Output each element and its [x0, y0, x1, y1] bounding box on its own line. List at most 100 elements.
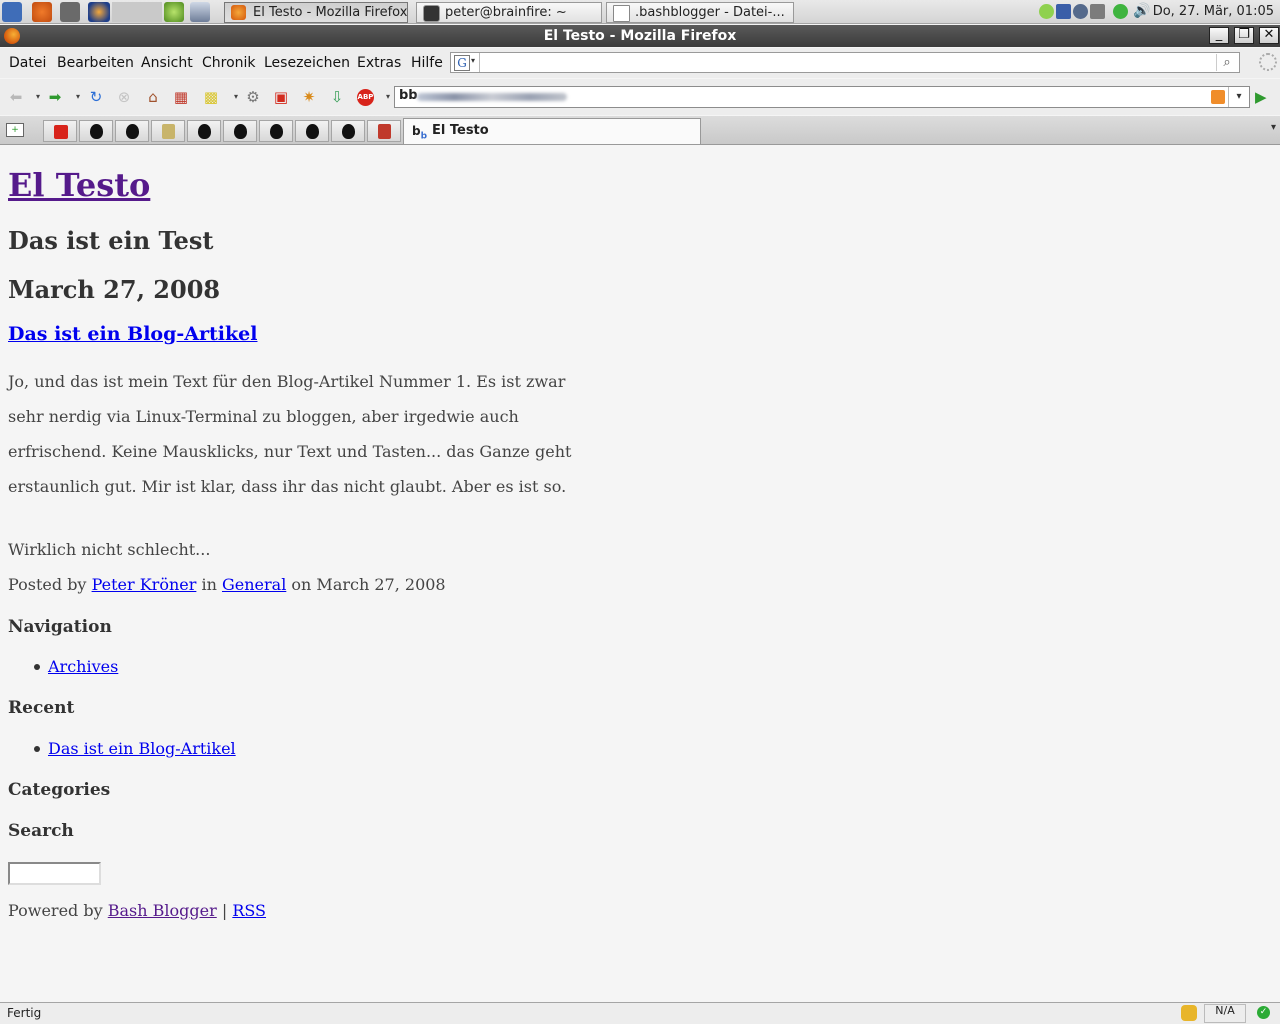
menu-chronik[interactable]: Chronik [202, 55, 256, 71]
grenade-icon [342, 124, 355, 139]
bug-icon[interactable]: ✷ [300, 88, 318, 106]
adblock-icon[interactable]: ABP [357, 89, 374, 106]
task-file-browser[interactable]: .bashblogger - Datei-... [606, 2, 794, 23]
blog-title-link[interactable]: El Testo [8, 166, 150, 204]
search-engine-icon[interactable]: G [454, 55, 470, 71]
document-icon [613, 5, 630, 22]
pinned-tab[interactable] [43, 120, 77, 142]
reload-icon[interactable]: ↻ [87, 88, 105, 106]
system-menu-icon[interactable] [60, 2, 80, 22]
pinned-tab[interactable] [79, 120, 113, 142]
pinned-tab[interactable] [115, 120, 149, 142]
bash-blogger-link[interactable]: Bash Blogger [108, 901, 217, 920]
minimize-button[interactable]: _ [1209, 27, 1229, 44]
grenade-icon [90, 124, 103, 139]
grenade-icon [198, 124, 211, 139]
tray-workspace-icon[interactable] [1056, 4, 1071, 19]
search-icon[interactable]: ⌕ [1216, 54, 1237, 71]
top-panel: El Testo - Mozilla Firefox peter@brainfi… [0, 0, 1280, 24]
author-link[interactable]: Peter Kröner [92, 575, 197, 594]
archives-link[interactable]: Archives [48, 657, 118, 676]
menu-datei[interactable]: Datei [9, 55, 46, 71]
search-bar[interactable]: G ▾ ⌕ [450, 52, 1240, 73]
footer: Powered by Bash Blogger | RSS [8, 901, 266, 920]
home-icon[interactable]: ⌂ [144, 88, 162, 106]
back-icon[interactable]: ⬅ [7, 88, 25, 106]
rss-feed-icon[interactable] [1211, 90, 1225, 104]
task-firefox[interactable]: El Testo - Mozilla Firefox [224, 2, 408, 23]
powered-by-label: Powered by [8, 901, 103, 920]
rss-link[interactable]: RSS [232, 901, 266, 920]
new-tab-button[interactable]: + [0, 120, 34, 142]
maximize-button[interactable]: ❐ [1234, 27, 1254, 44]
menu-lesezeichen[interactable]: Lesezeichen [264, 55, 350, 71]
divider [479, 53, 480, 72]
task-label: .bashblogger - Datei-... [635, 5, 785, 20]
forward-dropdown-icon[interactable]: ▾ [69, 88, 87, 106]
date-label: on March 27, 2008 [291, 575, 446, 594]
pagerank-indicator[interactable]: N/A [1204, 1004, 1246, 1023]
recent-article-link[interactable]: Das ist ein Blog-Artikel [48, 739, 236, 758]
go-icon[interactable]: ▶ [1255, 88, 1273, 106]
search-input[interactable] [8, 862, 101, 885]
bookmark-icon [378, 124, 391, 139]
firefox-icon[interactable] [4, 28, 20, 44]
stop-icon[interactable]: ⊗ [115, 88, 133, 106]
grid-icon[interactable]: ▦ [172, 88, 190, 106]
clock[interactable]: Do, 27. Mär, 01:05 [1153, 0, 1274, 24]
back-dropdown-icon[interactable]: ▾ [29, 88, 47, 106]
article-extra: Wirklich nicht schlecht... [8, 540, 211, 559]
article-title-link[interactable]: Das ist ein Blog-Artikel [8, 323, 257, 345]
menu-ansicht[interactable]: Ansicht [141, 55, 193, 71]
page-content: El Testo Das ist ein Test March 27, 2008… [0, 146, 1280, 1002]
tab-list-dropdown-icon[interactable]: ▾ [1271, 122, 1276, 133]
posted-by-label: Posted by [8, 575, 87, 594]
pinned-tab[interactable] [223, 120, 257, 142]
forward-icon[interactable]: ➡ [46, 88, 64, 106]
screen-icon[interactable]: ▣ [272, 88, 290, 106]
pinned-tab[interactable] [187, 120, 221, 142]
task-label: peter@brainfire: ~ [445, 5, 567, 20]
throbber-icon [1259, 53, 1277, 71]
task-terminal[interactable]: peter@brainfire: ~ [416, 2, 602, 23]
pinned-tab[interactable] [295, 120, 329, 142]
screenshot-launcher-icon[interactable] [190, 2, 210, 22]
pidgin-launcher-icon[interactable] [164, 2, 184, 22]
navigation-heading: Navigation [8, 617, 112, 637]
pinned-tab[interactable] [331, 120, 365, 142]
download-icon[interactable]: ⇩ [328, 88, 346, 106]
ubuntu-menu-icon[interactable] [32, 2, 52, 22]
menu-extras[interactable]: Extras [357, 55, 401, 71]
window-titlebar[interactable]: El Testo - Mozilla Firefox _ ❐ ✕ [0, 25, 1280, 47]
tray-status-icon[interactable] [1113, 4, 1128, 19]
engine-dropdown-icon[interactable]: ▾ [471, 56, 475, 65]
menu-bearbeiten[interactable]: Bearbeiten [57, 55, 134, 71]
new-tab-icon: + [6, 123, 24, 137]
firefox-launcher-icon[interactable] [88, 2, 110, 22]
tray-network-icon[interactable] [1039, 4, 1054, 19]
tab-label: El Testo [432, 123, 489, 138]
menu-hilfe[interactable]: Hilfe [411, 55, 443, 71]
url-bar[interactable]: bb ▾ [394, 86, 1250, 108]
sitemap-dropdown-icon[interactable]: ▾ [227, 88, 245, 106]
gear-icon[interactable]: ⚙ [244, 88, 262, 106]
computer-icon[interactable] [2, 2, 22, 22]
pinned-tab[interactable] [151, 120, 185, 142]
volume-icon[interactable]: 🔊 [1133, 4, 1150, 19]
pinned-tab[interactable] [367, 120, 401, 142]
tab-bar: + bb El Testo ▾ [0, 116, 1280, 145]
bullet [34, 746, 40, 752]
tray-update-icon[interactable] [1073, 4, 1088, 19]
tab-el-testo[interactable]: bb El Testo [403, 118, 701, 144]
sitemap-icon[interactable]: ▩ [202, 88, 220, 106]
close-button[interactable]: ✕ [1259, 27, 1279, 44]
article-body: Jo, und das ist mein Text für den Blog-A… [8, 372, 572, 496]
pinned-tab[interactable] [259, 120, 293, 142]
category-link[interactable]: General [222, 575, 286, 594]
tray-mail-icon[interactable] [1090, 4, 1105, 19]
checkmark-icon[interactable]: ✓ [1257, 1006, 1270, 1019]
terminal-icon [423, 5, 440, 22]
url-history-dropdown-icon[interactable]: ▾ [1228, 87, 1249, 107]
addon-status-icon[interactable] [1181, 1005, 1197, 1021]
site-favicon-icon: bb [412, 124, 428, 142]
